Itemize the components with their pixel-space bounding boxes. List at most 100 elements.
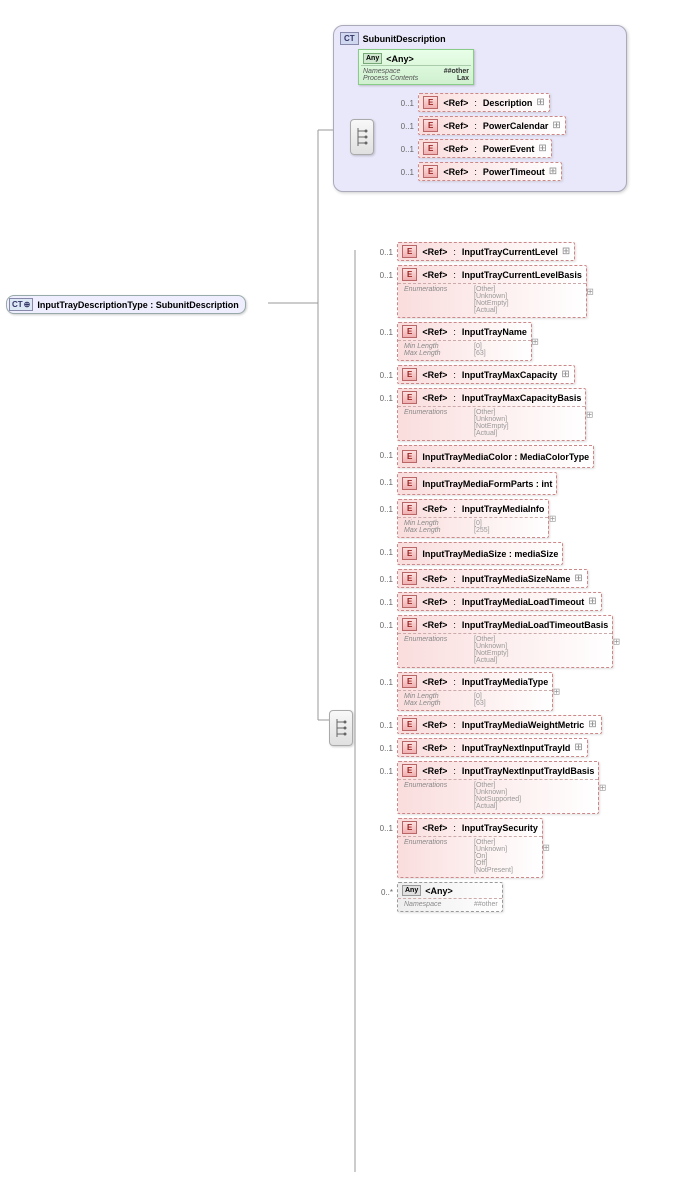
expand-icon[interactable]: ⊞	[549, 166, 557, 177]
any-element[interactable]: Any<Any>Namespace##other	[397, 882, 503, 912]
element-ref-node[interactable]: E<Ref>:InputTrayMaxCapacity⊞	[397, 365, 575, 384]
element-ref-node[interactable]: E<Ref>:InputTrayMediaTypeMin Length[0]Ma…	[397, 672, 553, 711]
element-node[interactable]: EInputTrayMediaColor : MediaColorType	[397, 445, 594, 468]
length-constraints: Min Length[0]Max Length[63]	[398, 690, 552, 710]
element-icon: E	[423, 96, 438, 109]
element-ref-node[interactable]: E<Ref>:InputTrayNextInputTrayId⊞	[397, 738, 588, 757]
element-name: InputTrayMediaType	[462, 677, 548, 687]
element-name: PowerCalendar	[483, 121, 549, 131]
any-wildcard[interactable]: Any <Any> Namespace##other Process Conte…	[358, 49, 474, 85]
expand-icon[interactable]: ⊞	[553, 686, 561, 697]
ref-label: <Ref>	[443, 144, 468, 154]
namespace-value: ##other	[444, 68, 469, 75]
expand-icon[interactable]: ⊞	[588, 596, 596, 607]
element-ref-node[interactable]: E<Ref>:InputTrayMaxCapacityBasisEnumerat…	[397, 388, 586, 441]
element-ref-node[interactable]: E<Ref>:InputTrayNameMin Length[0]Max Len…	[397, 322, 532, 361]
element-ref-node[interactable]: E<Ref>:InputTrayMediaLoadTimeoutBasisEnu…	[397, 615, 613, 668]
element-ref-node[interactable]: E<Ref>:PowerTimeout⊞	[418, 162, 562, 181]
element-ref-node[interactable]: E<Ref>:InputTrayMediaSizeName⊞	[397, 569, 588, 588]
element-icon: E	[402, 595, 417, 608]
occurrence: 0..1	[394, 99, 414, 108]
expand-icon[interactable]: ⊞	[552, 120, 560, 131]
occurrence: 0..1	[373, 824, 393, 833]
ref-label: <Ref>	[443, 121, 468, 131]
occurrence: 0..1	[373, 328, 393, 337]
colon: :	[453, 823, 456, 833]
element-ref-node[interactable]: E<Ref>:InputTrayCurrentLevel⊞	[397, 242, 575, 261]
occurrence: 0..1	[373, 548, 393, 557]
element-row: 0..1E<Ref>:InputTrayNameMin Length[0]Max…	[373, 322, 613, 361]
element-row: 0..1E<Ref>:InputTrayMediaWeightMetric⊞	[373, 715, 613, 734]
expand-icon[interactable]: ⊞	[536, 97, 544, 108]
expand-icon[interactable]: ⊞	[561, 369, 569, 380]
expand-icon[interactable]: ⊞	[613, 636, 621, 647]
colon: :	[453, 247, 456, 257]
element-ref-node[interactable]: E<Ref>:InputTrayMediaInfoMin Length[0]Ma…	[397, 499, 549, 538]
ref-label: <Ref>	[422, 504, 447, 514]
expand-icon[interactable]: ⊞	[549, 513, 557, 524]
any-label: <Any>	[386, 54, 414, 64]
occurrence: 0..1	[373, 271, 393, 280]
ref-label: <Ref>	[422, 327, 447, 337]
element-name: InputTrayCurrentLevelBasis	[462, 270, 582, 280]
namespace-label: Namespace	[363, 68, 400, 75]
element-icon: E	[402, 268, 417, 281]
ref-label: <Ref>	[422, 766, 447, 776]
expand-icon[interactable]: ⊞	[531, 336, 539, 347]
subunit-title: SubunitDescription	[363, 34, 446, 44]
element-name: InputTrayMediaLoadTimeoutBasis	[462, 620, 608, 630]
element-icon: E	[402, 368, 417, 381]
root-type-node[interactable]: CT InputTrayDescriptionType : SubunitDes…	[6, 295, 246, 314]
occurrence: 0..*	[373, 888, 393, 897]
expand-icon[interactable]: ⊞	[574, 742, 582, 753]
ref-label: <Ref>	[422, 823, 447, 833]
occurrence: 0..1	[373, 744, 393, 753]
occurrence: 0..1	[373, 248, 393, 257]
ref-label: <Ref>	[422, 720, 447, 730]
expand-icon[interactable]: ⊞	[562, 246, 570, 257]
element-row: 0..1EInputTrayMediaFormParts : int	[373, 472, 613, 495]
element-ref-node[interactable]: E<Ref>:InputTraySecurityEnumerations[Oth…	[397, 818, 543, 878]
enumerations: Enumerations[Other][Unknown][NotEmpty][A…	[398, 406, 585, 440]
ref-label: <Ref>	[422, 620, 447, 630]
element-ref-node[interactable]: E<Ref>:Description⊞	[418, 93, 550, 112]
occurrence: 0..1	[373, 721, 393, 730]
element-icon: E	[402, 572, 417, 585]
element-name: InputTrayMediaSize : mediaSize	[422, 549, 558, 559]
process-contents-value: Lax	[457, 75, 469, 82]
element-icon: E	[402, 391, 417, 404]
element-node[interactable]: EInputTrayMediaSize : mediaSize	[397, 542, 563, 565]
element-row: 0..1E<Ref>:PowerCalendar⊞	[394, 116, 566, 135]
element-node[interactable]: EInputTrayMediaFormParts : int	[397, 472, 557, 495]
expand-icon[interactable]: ⊞	[586, 409, 594, 420]
colon: :	[453, 574, 456, 584]
occurrence: 0..1	[373, 678, 393, 687]
element-icon: E	[423, 119, 438, 132]
enumerations: Enumerations[Other][Unknown][NotEmpty][A…	[398, 283, 586, 317]
expand-icon[interactable]: ⊞	[588, 719, 596, 730]
element-ref-node[interactable]: E<Ref>:PowerEvent⊞	[418, 139, 552, 158]
element-icon: E	[402, 450, 417, 463]
element-ref-node[interactable]: E<Ref>:InputTrayMediaWeightMetric⊞	[397, 715, 602, 734]
occurrence: 0..1	[373, 394, 393, 403]
element-icon: E	[402, 675, 417, 688]
element-ref-node[interactable]: E<Ref>:InputTrayNextInputTrayIdBasisEnum…	[397, 761, 599, 814]
ref-label: <Ref>	[422, 574, 447, 584]
colon: :	[453, 597, 456, 607]
ct-icon: CT	[340, 32, 359, 45]
element-ref-node[interactable]: E <Ref>: PowerCalendar⊞	[418, 116, 566, 135]
colon: :	[474, 121, 477, 131]
expand-icon[interactable]: ⊞	[574, 573, 582, 584]
element-icon: E	[402, 325, 417, 338]
expand-icon[interactable]: ⊞	[586, 286, 594, 297]
element-ref-node[interactable]: E<Ref>:InputTrayMediaLoadTimeout⊞	[397, 592, 602, 611]
expand-icon[interactable]: ⊞	[538, 143, 546, 154]
expand-icon[interactable]: ⊞	[599, 782, 607, 793]
element-icon: E	[402, 618, 417, 631]
element-row: 0..* Any<Any>Namespace##other	[373, 882, 613, 912]
element-row: 0..1E<Ref>:InputTrayNextInputTrayIdBasis…	[373, 761, 613, 814]
expand-icon[interactable]: ⊞	[542, 843, 550, 854]
root-type-label: InputTrayDescriptionType : SubunitDescri…	[37, 300, 238, 310]
element-ref-node[interactable]: E<Ref>:InputTrayCurrentLevelBasisEnumera…	[397, 265, 587, 318]
element-name: InputTrayMediaWeightMetric	[462, 720, 584, 730]
